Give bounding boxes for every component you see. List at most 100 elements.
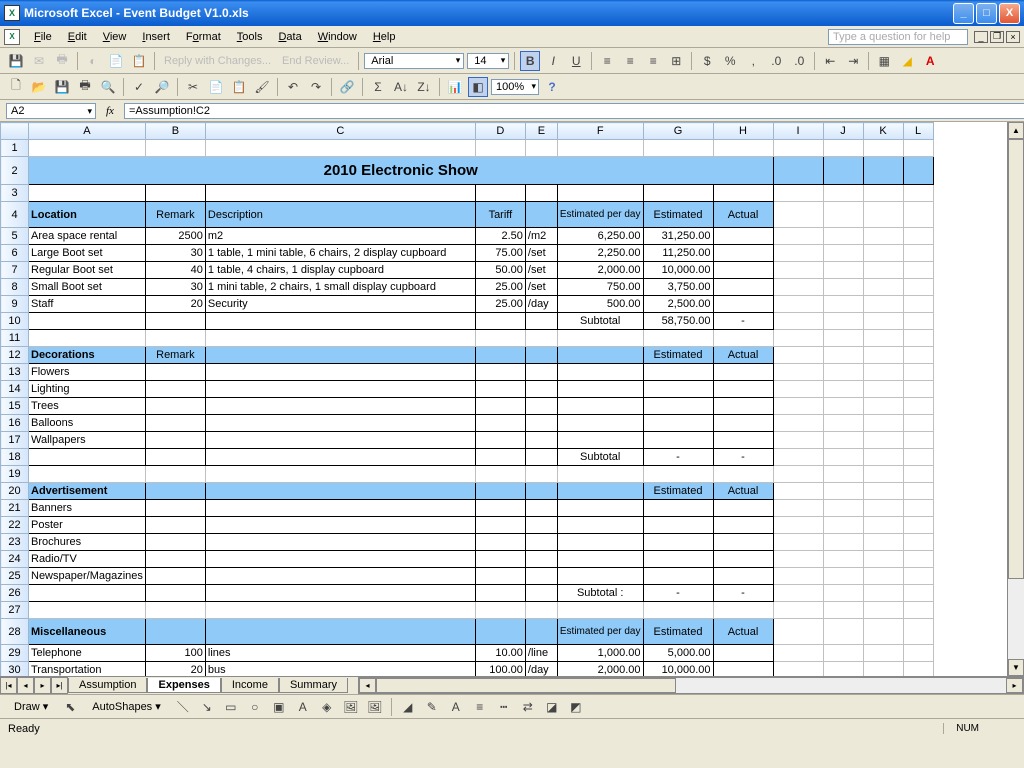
minimize-button[interactable]: _ <box>953 3 974 24</box>
row-header[interactable]: 11 <box>1 330 29 347</box>
row-header[interactable]: 28 <box>1 619 29 645</box>
tab-first-button[interactable]: |◂ <box>0 677 17 694</box>
row-header[interactable]: 9 <box>1 296 29 313</box>
draw-menu[interactable]: Draw ▾ <box>6 698 56 715</box>
decrease-indent-button[interactable]: ⇤ <box>820 51 840 71</box>
mdi-minimize-button[interactable]: _ <box>974 31 988 43</box>
tab-next-button[interactable]: ▸ <box>34 677 51 694</box>
wordart-icon[interactable]: A <box>293 697 313 717</box>
cut-icon[interactable]: ✂ <box>183 77 203 97</box>
scroll-left-button[interactable]: ◂ <box>359 678 376 693</box>
increase-decimal-button[interactable]: .0 <box>766 51 786 71</box>
paste-icon[interactable]: 📋 <box>129 51 149 71</box>
mdi-close-button[interactable]: × <box>1006 31 1020 43</box>
select-objects-icon[interactable]: ⬉ <box>60 697 80 717</box>
row-header[interactable]: 26 <box>1 585 29 602</box>
row-header[interactable]: 29 <box>1 645 29 662</box>
font-name-select[interactable]: Arial <box>364 53 464 69</box>
line-icon[interactable]: ＼ <box>173 697 193 717</box>
permission-icon[interactable]: ◐ <box>83 51 103 71</box>
row-header[interactable]: 20 <box>1 483 29 500</box>
arrow-style-icon[interactable]: ⇄ <box>518 697 538 717</box>
row-header[interactable]: 18 <box>1 449 29 466</box>
sheet-tab-summary[interactable]: Summary <box>279 678 348 693</box>
copy-icon2[interactable]: 📄 <box>206 77 226 97</box>
row-header[interactable]: 10 <box>1 313 29 330</box>
line-color-icon[interactable]: ✎ <box>422 697 442 717</box>
font-color-button[interactable]: A <box>920 51 940 71</box>
row-header[interactable]: 17 <box>1 432 29 449</box>
underline-button[interactable]: U <box>566 51 586 71</box>
scroll-up-button[interactable]: ▲ <box>1008 122 1024 139</box>
col-header-F[interactable]: F <box>557 123 643 140</box>
row-header[interactable]: 15 <box>1 398 29 415</box>
increase-indent-button[interactable]: ⇥ <box>843 51 863 71</box>
copy-icon[interactable]: 📄 <box>106 51 126 71</box>
row-header[interactable]: 6 <box>1 245 29 262</box>
mdi-restore-button[interactable]: ❐ <box>990 31 1004 43</box>
scroll-down-button[interactable]: ▼ <box>1008 659 1024 676</box>
close-button[interactable]: X <box>999 3 1020 24</box>
percent-button[interactable]: % <box>720 51 740 71</box>
autosum-icon[interactable]: Σ <box>368 77 388 97</box>
clipart-icon[interactable]: 🖼 <box>341 697 361 717</box>
sort-asc-icon[interactable]: A↓ <box>391 77 411 97</box>
scroll-thumb[interactable] <box>1008 139 1024 579</box>
diagram-icon[interactable]: ◈ <box>317 697 337 717</box>
spell-icon[interactable]: ✓ <box>129 77 149 97</box>
col-header-H[interactable]: H <box>713 123 773 140</box>
col-header-A[interactable]: A <box>29 123 146 140</box>
picture-icon[interactable]: 🖼 <box>365 697 385 717</box>
row-header[interactable]: 13 <box>1 364 29 381</box>
menu-data[interactable]: Data <box>270 29 309 45</box>
align-center-button[interactable]: ≡ <box>620 51 640 71</box>
print-icon[interactable]: 🖶 <box>52 51 72 71</box>
row-header[interactable]: 5 <box>1 228 29 245</box>
redo-icon[interactable]: ↷ <box>306 77 326 97</box>
oval-icon[interactable]: ○ <box>245 697 265 717</box>
currency-button[interactable]: $ <box>697 51 717 71</box>
menu-format[interactable]: Format <box>178 29 229 45</box>
comma-button[interactable]: , <box>743 51 763 71</box>
row-header[interactable]: 8 <box>1 279 29 296</box>
align-left-button[interactable]: ≡ <box>597 51 617 71</box>
horizontal-scrollbar[interactable]: ◂ ▸ <box>358 677 1024 694</box>
font-size-select[interactable]: 14 <box>467 53 509 69</box>
row-header[interactable]: 22 <box>1 517 29 534</box>
col-header-J[interactable]: J <box>823 123 863 140</box>
row-header[interactable]: 14 <box>1 381 29 398</box>
hyperlink-icon[interactable]: 🔗 <box>337 77 357 97</box>
fill-color-button[interactable]: ◢ <box>897 51 917 71</box>
row-header[interactable]: 30 <box>1 662 29 677</box>
sort-desc-icon[interactable]: Z↓ <box>414 77 434 97</box>
textbox-icon[interactable]: ▣ <box>269 697 289 717</box>
sheet-tab-assumption[interactable]: Assumption <box>68 678 147 693</box>
formula-input[interactable]: =Assumption!C2 <box>124 103 1024 119</box>
paste-icon2[interactable]: 📋 <box>229 77 249 97</box>
help-search-input[interactable]: Type a question for help <box>828 29 968 45</box>
fill-color-icon[interactable]: ◢ <box>398 697 418 717</box>
drawing-icon[interactable]: ◧ <box>468 77 488 97</box>
shadow-icon[interactable]: ◪ <box>542 697 562 717</box>
col-header-B[interactable]: B <box>145 123 205 140</box>
row-header[interactable]: 25 <box>1 568 29 585</box>
row-header[interactable]: 2 <box>1 157 29 185</box>
menu-help[interactable]: Help <box>365 29 404 45</box>
tab-last-button[interactable]: ▸| <box>51 677 68 694</box>
row-header[interactable]: 4 <box>1 202 29 228</box>
arrow-icon[interactable]: ↘ <box>197 697 217 717</box>
sheet-tab-income[interactable]: Income <box>221 678 279 693</box>
select-all-corner[interactable] <box>1 123 29 140</box>
menu-window[interactable]: Window <box>310 29 365 45</box>
save-icon2[interactable]: 💾 <box>52 77 72 97</box>
sheet-tab-expenses[interactable]: Expenses <box>147 678 220 693</box>
print-icon2[interactable]: 🖶 <box>75 77 95 97</box>
research-icon[interactable]: 🔎 <box>152 77 172 97</box>
menu-insert[interactable]: Insert <box>134 29 178 45</box>
maximize-button[interactable]: □ <box>976 3 997 24</box>
undo-icon[interactable]: ↶ <box>283 77 303 97</box>
borders-button[interactable]: ▦ <box>874 51 894 71</box>
col-header-C[interactable]: C <box>205 123 475 140</box>
save-icon[interactable]: 💾 <box>6 51 26 71</box>
autoshapes-menu[interactable]: AutoShapes ▾ <box>84 698 169 715</box>
